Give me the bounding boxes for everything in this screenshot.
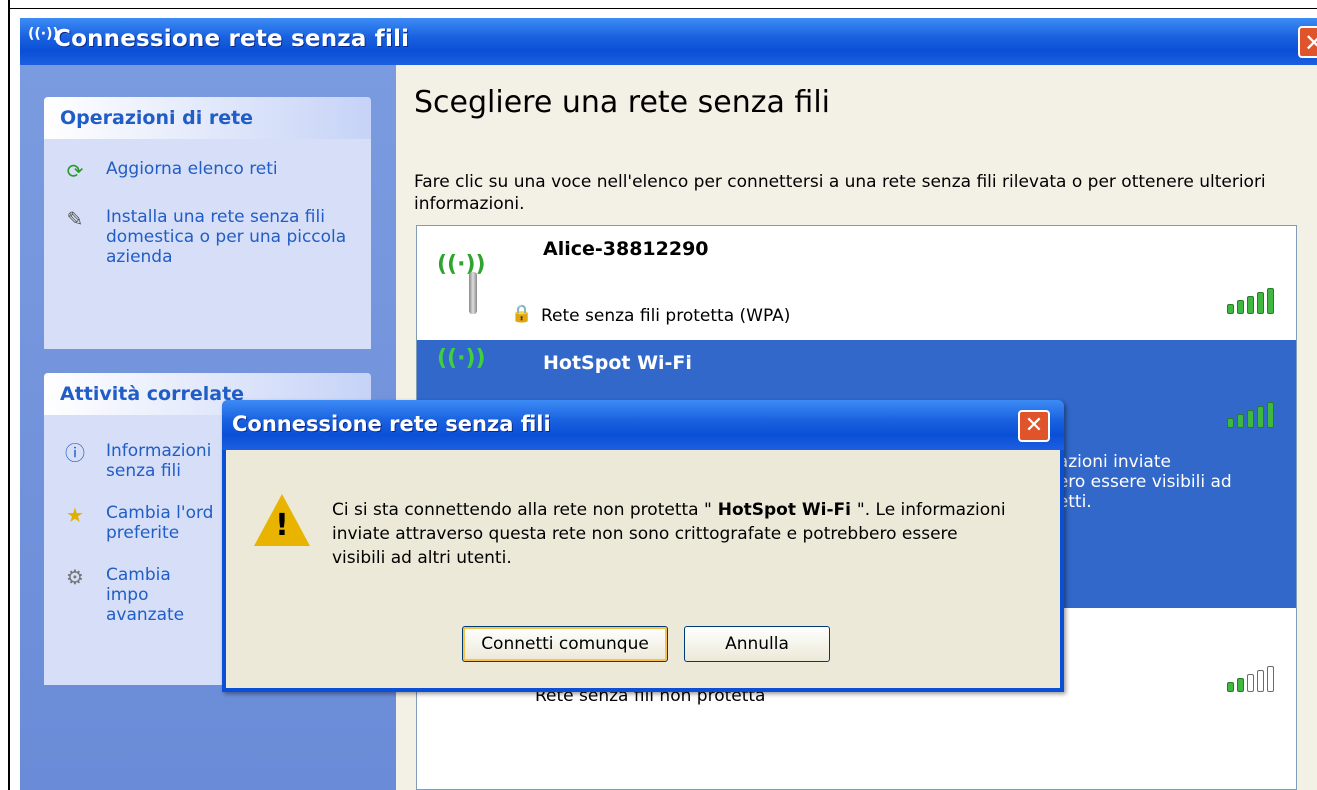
setup-wireless-icon: ✎ (66, 207, 84, 231)
signal-strength-icon (1227, 402, 1274, 428)
window-close-button[interactable]: ✕ (1298, 26, 1317, 58)
window-titlebar[interactable]: ((·)) Connessione rete senza fili ✕ (20, 18, 1317, 65)
wireless-antenna-icon: ((·)) (437, 252, 486, 277)
refresh-icon: ⟳ (66, 159, 84, 183)
dialog-message-network: HotSpot Wi-Fi (711, 500, 857, 520)
page-description: Fare clic su una voce nell'elenco per co… (414, 172, 1266, 214)
setup-wireless-network-link[interactable]: ✎ Installa una rete senza fili domestica… (44, 207, 356, 267)
dialog-title: Connessione rete senza fili (232, 412, 551, 436)
change-preferred-order-link[interactable]: ★ Cambia l'ord preferite (44, 503, 216, 543)
unsecured-network-dialog: Connessione rete senza fili ✕ ! Ci si st… (222, 400, 1064, 692)
network-status: Rete senza fili protetta (WPA) (541, 306, 791, 326)
screenshot-border-top (8, 8, 1317, 9)
wireless-info-label: Informazioni senza fili (106, 441, 212, 481)
screenshot-border-left (8, 0, 10, 790)
dialog-close-button[interactable]: ✕ (1018, 410, 1050, 442)
wireless-antenna-icon: ((·)) (437, 346, 486, 371)
network-tasks-panel: Operazioni di rete ⟳ Aggiorna elenco ret… (44, 97, 371, 349)
dialog-titlebar[interactable]: Connessione rete senza fili ✕ (222, 400, 1064, 450)
antenna-pole (469, 272, 477, 314)
change-advanced-settings-link[interactable]: ⚙ Cambia impo avanzate (44, 565, 216, 625)
network-tasks-heading: Operazioni di rete (44, 97, 371, 139)
refresh-network-list-label: Aggiorna elenco reti (106, 159, 278, 179)
dialog-message-pre: Ci si sta connettendo alla rete non prot… (332, 500, 712, 520)
dialog-message: Ci si sta connettendo alla rete non prot… (332, 498, 1012, 570)
change-preferred-order-label: Cambia l'ord preferite (106, 503, 214, 543)
page-title: Scegliere una rete senza fili (414, 85, 831, 120)
signal-strength-icon (1227, 288, 1274, 314)
settings-icon: ⚙ (66, 565, 84, 589)
signal-strength-icon (1227, 666, 1274, 692)
cancel-button[interactable]: Annulla (684, 626, 830, 662)
dialog-body: ! Ci si sta connettendo alla rete non pr… (226, 450, 1060, 688)
network-details-text: nazioni inviate pero essere visibili ad … (1047, 452, 1232, 512)
network-name: HotSpot Wi-Fi (543, 352, 692, 374)
setup-wireless-network-label: Installa una rete senza fili domestica o… (106, 207, 347, 267)
network-name: Alice-38812290 (543, 238, 709, 260)
window-title: Connessione rete senza fili (54, 26, 410, 52)
network-details-line: pero essere visibili ad (1047, 472, 1232, 492)
network-item[interactable]: ((·)) Alice-38812290 🔒 Rete senza fili p… (417, 226, 1296, 338)
lock-icon: 🔒 (511, 304, 533, 324)
refresh-network-list-link[interactable]: ⟳ Aggiorna elenco reti (44, 159, 371, 183)
star-icon: ★ (66, 503, 84, 527)
wireless-info-link[interactable]: ⓘ Informazioni senza fili (44, 441, 216, 481)
network-details-line: netti. (1047, 492, 1092, 512)
change-advanced-settings-label: Cambia impo avanzate (106, 565, 185, 625)
connect-anyway-button[interactable]: Connetti comunque (462, 626, 668, 662)
info-icon: ⓘ (65, 441, 85, 465)
network-details-line: nazioni inviate (1047, 452, 1171, 472)
warning-exclamation: ! (275, 508, 289, 543)
